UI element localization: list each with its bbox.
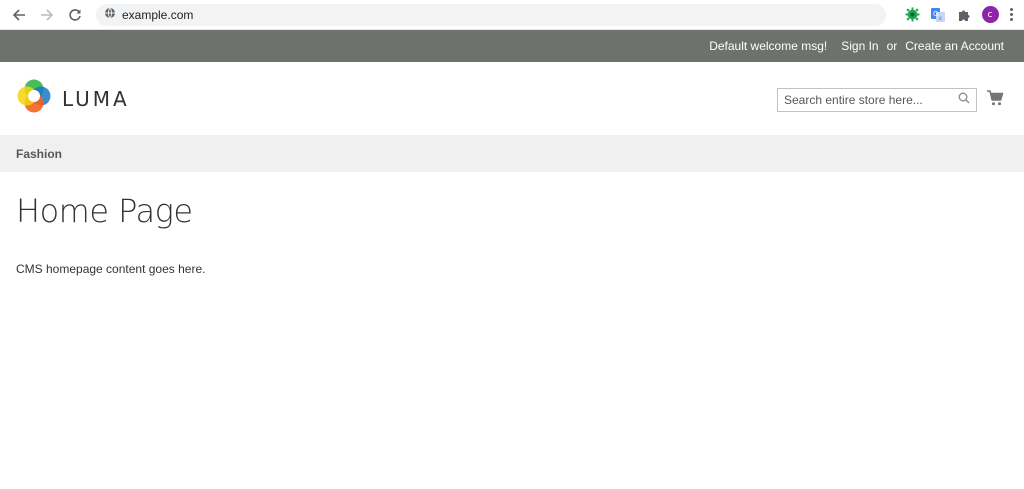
or-text: or xyxy=(886,39,898,53)
main-navigation: Fashion xyxy=(0,135,1024,172)
extension-gear-icon[interactable] xyxy=(902,5,922,25)
sign-in-link[interactable]: Sign In xyxy=(841,39,878,53)
cms-content-text: CMS homepage content goes here. xyxy=(16,262,206,276)
logo-link[interactable]: LUMA xyxy=(16,78,130,119)
create-account-link[interactable]: Create an Account xyxy=(905,39,1004,53)
search-input[interactable] xyxy=(784,93,958,107)
search-icon[interactable] xyxy=(958,91,970,109)
globe-icon[interactable] xyxy=(104,6,116,24)
url-text[interactable]: example.com xyxy=(122,8,193,22)
luma-logo-icon xyxy=(16,78,52,119)
page-main: Home Page CMS homepage content goes here… xyxy=(0,192,1024,276)
back-arrow-icon[interactable] xyxy=(8,4,30,26)
puzzle-icon[interactable] xyxy=(954,5,974,25)
svg-text:x: x xyxy=(939,15,943,22)
cart-icon[interactable] xyxy=(986,89,1004,107)
address-bar[interactable]: example.com xyxy=(96,3,886,26)
logo-text: LUMA xyxy=(62,86,130,111)
browser-toolbar: example.com Gx c xyxy=(0,0,1024,30)
site-header: LUMA xyxy=(0,62,1024,135)
page-title: Home Page xyxy=(16,192,193,230)
translate-icon[interactable]: Gx xyxy=(928,5,948,25)
nav-item-fashion[interactable]: Fashion xyxy=(16,147,62,161)
welcome-message: Default welcome msg! xyxy=(709,39,828,53)
top-panel: Default welcome msg! Sign In or Create a… xyxy=(0,30,1024,62)
profile-avatar[interactable]: c xyxy=(980,5,1000,25)
search-box xyxy=(777,88,977,112)
kebab-menu-icon[interactable] xyxy=(1006,5,1016,25)
reload-icon[interactable] xyxy=(64,4,86,26)
forward-arrow-icon[interactable] xyxy=(36,4,58,26)
profile-initial: c xyxy=(981,6,999,23)
